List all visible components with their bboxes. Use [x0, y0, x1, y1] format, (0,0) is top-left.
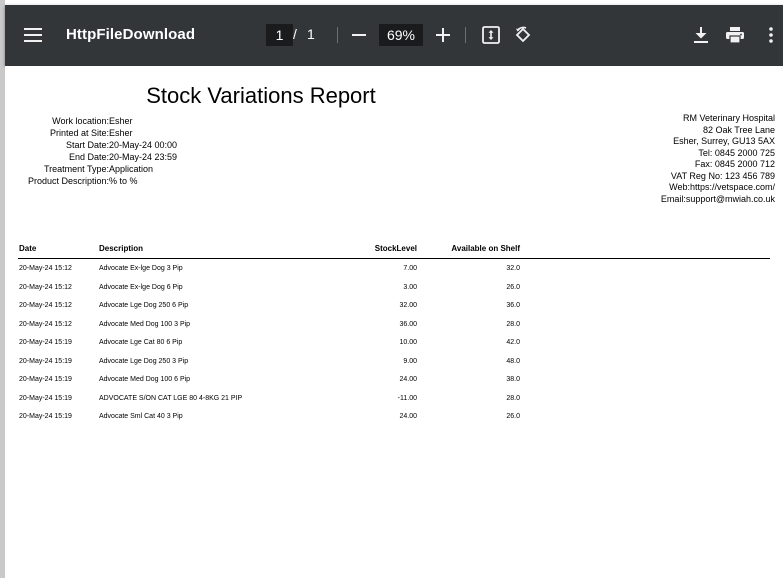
column-header-stock-level: StockLevel — [374, 244, 417, 253]
cell-date: 20-May-24 15:12 — [19, 283, 72, 291]
cell-description: Advocate Ex-lge Dog 3 Pip — [99, 265, 183, 272]
info-value: 20-May-24 00:00 — [109, 140, 178, 150]
more-options-icon[interactable] — [761, 23, 781, 47]
rotate-icon[interactable] — [511, 23, 535, 47]
cell-description: Advocate Lge Dog 250 6 Pip — [99, 302, 189, 309]
info-value: Esher — [109, 116, 133, 126]
cell-description: ADVOCATE S/ON CAT LGE 80 4-8KG 21 PIP — [99, 394, 243, 402]
info-value: Application — [109, 164, 154, 174]
zoom-level-input[interactable]: 69% — [379, 24, 423, 46]
table-row: 20-May-24 15:19 Advocate Lge Dog 250 3 P… — [18, 352, 770, 371]
table-row: 20-May-24 15:19 ADVOCATE S/ON CAT LGE 80… — [18, 389, 770, 408]
cell-available: 32.0 — [506, 265, 520, 272]
current-page-input[interactable]: 1 — [266, 24, 293, 46]
document-title: HttpFileDownload — [66, 26, 196, 43]
report-parameters: Work location:Esher Printed at Site:Eshe… — [13, 115, 177, 187]
cell-description: Advocate Lge Cat 80 6 Pip — [99, 339, 183, 346]
info-label: Start Date: — [65, 140, 109, 150]
address-line: Tel: 0845 2000 725 — [698, 147, 775, 158]
info-row: Treatment Type:Application — [13, 163, 177, 175]
total-pages: 1 — [307, 26, 315, 42]
cell-description: Advocate Ex-lge Dog 6 Pip — [99, 283, 183, 291]
cell-date: 20-May-24 15:12 — [19, 320, 72, 328]
cell-available: 48.0 — [506, 357, 520, 365]
address-line: Fax: 0845 2000 712 — [694, 159, 775, 169]
cell-date: 20-May-24 15:19 — [19, 339, 72, 346]
cell-description: Advocate Med Dog 100 6 Pip — [99, 376, 191, 383]
download-icon[interactable] — [689, 23, 713, 47]
stock-variations-table: Date Description StockLevel Available on… — [18, 243, 770, 426]
address-line: RM Veterinary Hospital — [682, 113, 775, 123]
cell-stock-level: -11.00 — [397, 394, 417, 402]
column-header-available: Available on Shelf — [451, 244, 520, 253]
address-line: Esher, Surrey, GU13 5AX — [673, 136, 775, 146]
cell-stock-level: 9.00 — [403, 357, 417, 365]
cell-stock-level: 10.00 — [399, 339, 417, 346]
info-label: End Date: — [68, 152, 109, 162]
info-row: Start Date:20-May-24 00:00 — [13, 139, 177, 151]
cell-stock-level: 32.00 — [399, 302, 417, 309]
cell-description: Advocate Sml Cat 40 3 Pip — [99, 413, 183, 420]
cell-available: 36.0 — [506, 302, 520, 309]
address-line: 82 Oak Tree Lane — [702, 124, 775, 135]
cell-stock-level: 24.00 — [399, 413, 417, 420]
cell-date: 20-May-24 15:12 — [19, 265, 72, 272]
table-row: 20-May-24 15:12 Advocate Lge Dog 250 6 P… — [18, 296, 770, 315]
toolbar-divider — [465, 27, 466, 43]
cell-available: 26.0 — [506, 283, 520, 291]
table-row: 20-May-24 15:12 Advocate Ex-lge Dog 6 Pi… — [18, 278, 770, 297]
table-row: 20-May-24 15:12 Advocate Med Dog 100 3 P… — [18, 315, 770, 334]
cell-stock-level: 7.00 — [403, 265, 417, 272]
info-row: End Date:20-May-24 23:59 — [13, 151, 177, 163]
cell-available: 38.0 — [506, 376, 520, 383]
info-value: % to % — [109, 176, 138, 186]
cell-date: 20-May-24 15:19 — [19, 413, 72, 420]
cell-available: 28.0 — [506, 320, 520, 328]
fit-to-page-icon[interactable] — [479, 23, 503, 47]
info-label: Product Description: — [27, 176, 109, 186]
cell-stock-level: 36.00 — [399, 320, 417, 328]
address-line: Web:https://vetspace.com/ — [669, 182, 775, 192]
info-value: 20-May-24 23:59 — [109, 152, 178, 162]
zoom-out-icon[interactable] — [347, 23, 371, 47]
hamburger-menu-icon[interactable] — [19, 22, 47, 48]
table-row: 20-May-24 15:12 Advocate Ex-lge Dog 3 Pi… — [18, 259, 770, 278]
cell-description: Advocate Med Dog 100 3 Pip — [99, 320, 191, 328]
cell-date: 20-May-24 15:19 — [19, 394, 72, 402]
toolbar-divider — [337, 27, 338, 43]
column-header-description: Description — [99, 244, 144, 253]
report-title: Stock Variations Report — [146, 83, 376, 108]
table-row: 20-May-24 15:19 Advocate Med Dog 100 6 P… — [18, 370, 770, 389]
info-label: Treatment Type: — [43, 164, 109, 174]
info-label: Printed at Site: — [49, 128, 109, 138]
cell-date: 20-May-24 15:19 — [19, 357, 72, 365]
address-line: Email:support@mwiah.co.uk — [660, 193, 775, 204]
pdf-viewer: HttpFileDownload 1 / 1 69% Stock Variati… — [0, 0, 783, 578]
table-row: 20-May-24 15:19 Advocate Lge Cat 80 6 Pi… — [18, 333, 770, 352]
cell-available: 28.0 — [506, 394, 520, 402]
pdf-page: Stock Variations Report Work location:Es… — [5, 66, 783, 578]
cell-available: 26.0 — [506, 413, 520, 420]
page-separator: / — [293, 26, 297, 42]
zoom-in-icon[interactable] — [431, 23, 455, 47]
column-header-date: Date — [19, 244, 37, 253]
info-row: Work location:Esher — [13, 115, 177, 127]
info-label: Work location: — [52, 116, 109, 126]
cell-stock-level: 3.00 — [403, 283, 417, 291]
info-value: Esher — [109, 128, 133, 138]
cell-available: 42.0 — [506, 339, 520, 346]
address-line: VAT Reg No: 123 456 789 — [670, 170, 775, 181]
info-row: Printed at Site:Esher — [13, 127, 177, 139]
print-icon[interactable] — [723, 23, 747, 47]
cell-stock-level: 24.00 — [399, 376, 417, 383]
cell-date: 20-May-24 15:19 — [19, 376, 72, 383]
cell-description: Advocate Lge Dog 250 3 Pip — [99, 357, 189, 365]
company-address: RM Veterinary Hospital 82 Oak Tree Lane … — [661, 113, 775, 205]
cell-date: 20-May-24 15:12 — [19, 302, 72, 309]
table-header: Date Description StockLevel Available on… — [18, 243, 770, 259]
pdf-toolbar: HttpFileDownload 1 / 1 69% — [5, 5, 783, 66]
info-row: Product Description:% to % — [13, 175, 177, 187]
table-row: 20-May-24 15:19 Advocate Sml Cat 40 3 Pi… — [18, 407, 770, 426]
